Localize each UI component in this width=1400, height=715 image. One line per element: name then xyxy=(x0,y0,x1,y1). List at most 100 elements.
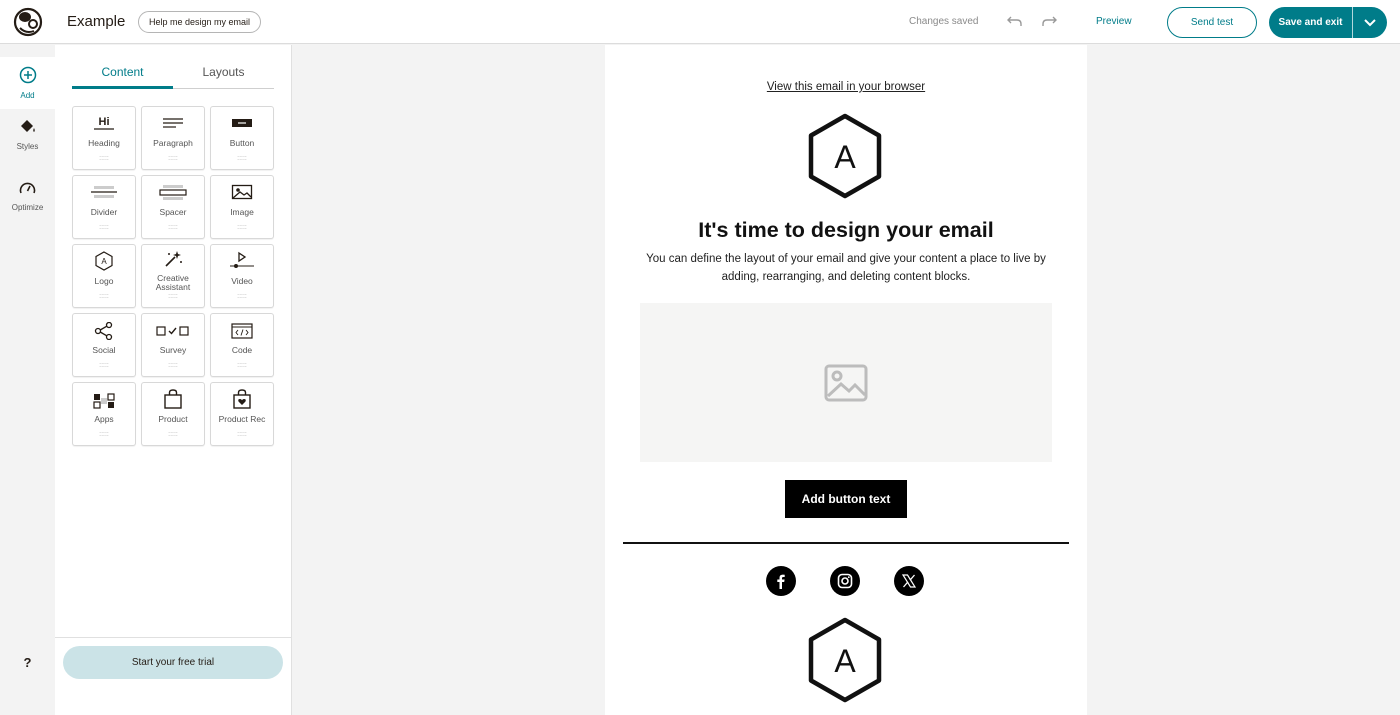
svg-text:A: A xyxy=(834,643,856,679)
view-in-browser-link[interactable]: View this email in your browser xyxy=(605,81,1087,93)
image-placeholder[interactable] xyxy=(640,303,1052,462)
block-video[interactable]: Video ::::: xyxy=(210,244,274,308)
redo-icon[interactable] xyxy=(1040,12,1058,30)
footer-logo-hexagon-icon[interactable]: A xyxy=(806,617,884,703)
block-button[interactable]: Button ::::: xyxy=(210,106,274,170)
x-glyph-icon xyxy=(901,574,917,588)
shopping-bag-icon xyxy=(164,389,182,409)
apps-icon xyxy=(93,393,115,409)
chevron-down-icon xyxy=(1364,19,1376,27)
instagram-glyph-icon xyxy=(837,573,853,589)
campaign-title[interactable]: Example xyxy=(67,13,125,30)
drag-grip: ::::: xyxy=(237,155,247,162)
share-icon xyxy=(94,322,113,340)
paragraph-icon xyxy=(163,118,183,128)
block-apps[interactable]: Apps ::::: xyxy=(72,382,136,446)
save-status: Changes saved xyxy=(909,16,979,27)
drag-grip: ::::: xyxy=(99,293,109,300)
gauge-icon xyxy=(19,182,36,194)
rail-optimize-label: Optimize xyxy=(11,203,44,212)
send-test-button[interactable]: Send test xyxy=(1167,7,1257,38)
block-label: Product xyxy=(158,414,188,424)
block-label: Social xyxy=(92,345,116,355)
help-icon[interactable]: ? xyxy=(0,655,55,670)
block-social[interactable]: Social ::::: xyxy=(72,313,136,377)
block-heading[interactable]: Hi Heading ::::: xyxy=(72,106,136,170)
block-image[interactable]: Image ::::: xyxy=(210,175,274,239)
rail-add[interactable]: Add xyxy=(0,57,55,109)
top-bar: Example Help me design my email Changes … xyxy=(0,0,1400,44)
rail-optimize[interactable]: Optimize xyxy=(0,180,55,212)
email-preview: View this email in your browser A It's t… xyxy=(605,45,1087,715)
heading-icon: Hi xyxy=(94,116,114,130)
drag-grip: ::::: xyxy=(168,362,178,369)
logo-icon: A xyxy=(95,251,113,271)
image-icon xyxy=(824,364,868,402)
block-label: Divider xyxy=(90,207,118,217)
block-paragraph[interactable]: Paragraph ::::: xyxy=(141,106,205,170)
block-product-rec[interactable]: Product Rec ::::: xyxy=(210,382,274,446)
tab-layouts[interactable]: Layouts xyxy=(173,65,274,79)
svg-text:A: A xyxy=(101,257,107,266)
drag-grip: ::::: xyxy=(99,431,109,438)
drag-grip: ::::: xyxy=(99,362,109,369)
active-tab-indicator xyxy=(72,86,173,89)
drag-grip: ::::: xyxy=(237,362,247,369)
email-divider[interactable] xyxy=(623,542,1069,544)
save-exit-button[interactable]: Save and exit xyxy=(1269,7,1352,38)
block-label: Button xyxy=(229,138,255,148)
instagram-icon[interactable] xyxy=(830,566,860,596)
block-label: Paragraph xyxy=(153,138,193,148)
undo-icon[interactable] xyxy=(1006,12,1024,30)
code-icon xyxy=(231,323,253,339)
drag-grip: ::::: xyxy=(99,155,109,162)
block-code[interactable]: Code ::::: xyxy=(210,313,274,377)
rail-add-label: Add xyxy=(20,91,35,100)
block-logo[interactable]: A Logo ::::: xyxy=(72,244,136,308)
email-cta-button[interactable]: Add button text xyxy=(785,480,907,518)
save-exit-group: Save and exit xyxy=(1269,7,1387,38)
video-icon xyxy=(230,251,254,268)
paint-bucket-icon xyxy=(20,120,35,132)
button-icon xyxy=(232,119,252,127)
panel-footer-divider xyxy=(55,637,292,638)
block-label: Code xyxy=(231,345,253,355)
x-twitter-icon[interactable] xyxy=(894,566,924,596)
help-design-button[interactable]: Help me design my email xyxy=(138,11,262,33)
block-creative-assistant[interactable]: Creative Assistant ::::: xyxy=(141,244,205,308)
block-product[interactable]: Product ::::: xyxy=(141,382,205,446)
block-label: Heading xyxy=(88,138,120,148)
block-label: Survey xyxy=(159,345,187,355)
rail-styles[interactable]: Styles xyxy=(0,119,55,151)
preview-link[interactable]: Preview xyxy=(1096,16,1132,27)
spacer-icon xyxy=(159,185,187,200)
product-rec-icon xyxy=(233,389,251,409)
block-label: Creative Assistant xyxy=(155,273,191,292)
save-options-dropdown[interactable] xyxy=(1353,7,1387,38)
left-rail: Add Styles Optimize ? xyxy=(0,45,55,715)
email-headline[interactable]: It's time to design your email xyxy=(605,218,1087,243)
block-divider[interactable]: Divider ::::: xyxy=(72,175,136,239)
rail-styles-label: Styles xyxy=(16,142,39,151)
logo-hexagon-icon[interactable]: A xyxy=(806,113,884,199)
divider-icon xyxy=(91,186,117,198)
block-survey[interactable]: Survey ::::: xyxy=(141,313,205,377)
panel-tabs: Content Layouts xyxy=(72,55,274,89)
block-label: Image xyxy=(230,207,254,217)
block-label: Logo xyxy=(94,276,114,286)
tab-content[interactable]: Content xyxy=(72,65,173,79)
drag-grip: ::::: xyxy=(168,155,178,162)
editor-canvas: View this email in your browser A It's t… xyxy=(292,45,1400,715)
magic-wand-icon xyxy=(165,251,182,267)
survey-icon xyxy=(156,326,189,336)
drag-grip: ::::: xyxy=(99,224,109,231)
email-body-text[interactable]: You can define the layout of your email … xyxy=(635,251,1057,286)
facebook-icon[interactable] xyxy=(766,566,796,596)
start-trial-button[interactable]: Start your free trial xyxy=(63,646,283,679)
drag-grip: ::::: xyxy=(168,224,178,231)
drag-grip: ::::: xyxy=(237,224,247,231)
block-label: Product Rec xyxy=(218,414,266,424)
mailchimp-logo-icon[interactable] xyxy=(12,6,44,38)
svg-text:Hi: Hi xyxy=(99,116,110,128)
block-spacer[interactable]: Spacer ::::: xyxy=(141,175,205,239)
